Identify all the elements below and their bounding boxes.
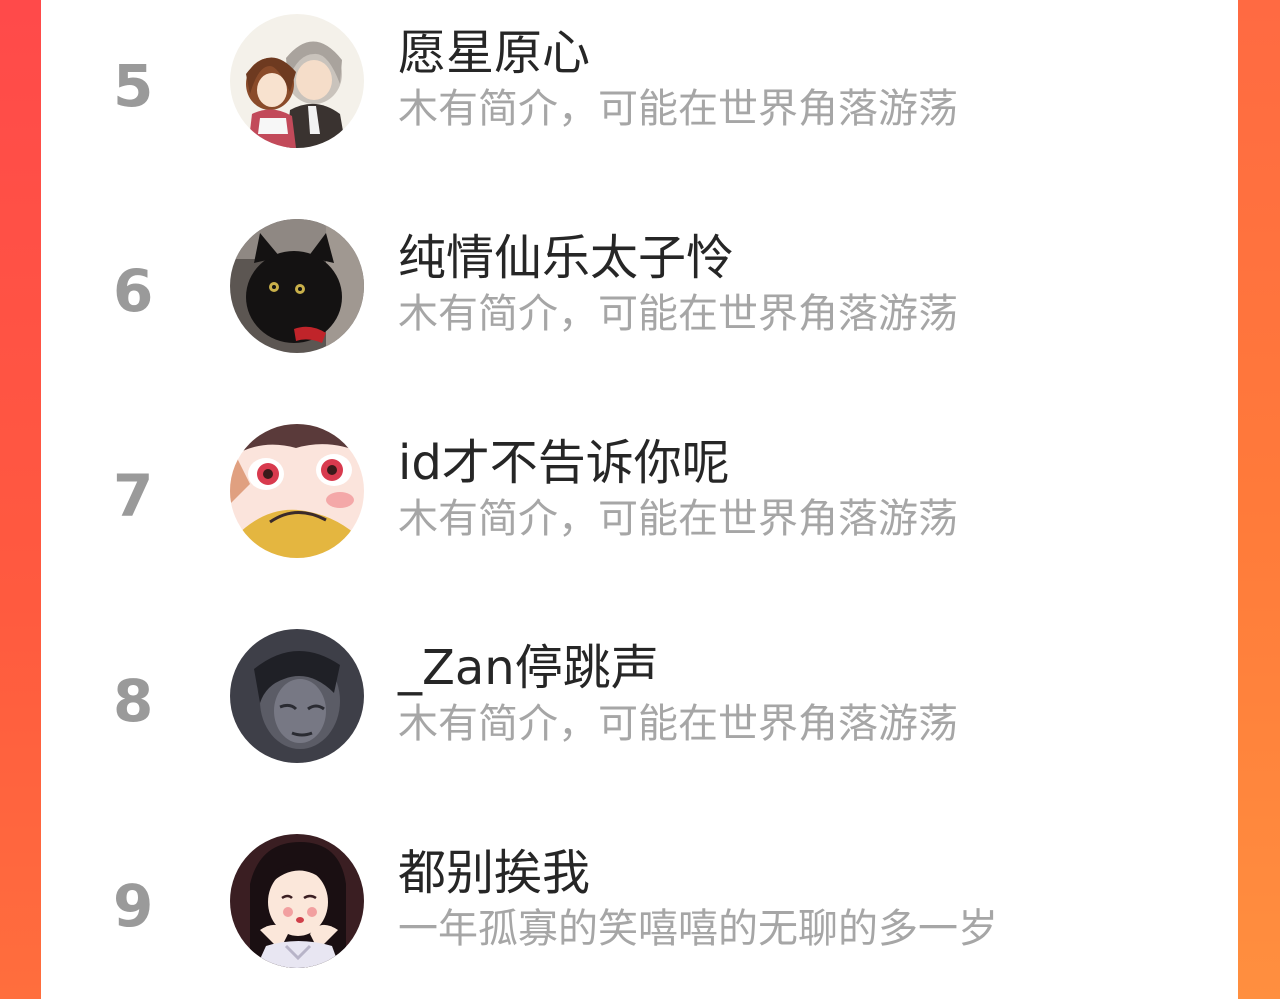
anime-couple-avatar[interactable]	[230, 14, 364, 148]
rank-number: 7	[113, 462, 154, 530]
ranking-list-panel: 5 愿星原心 木有简介，可能在世界角落游荡 6 纯情仙乐太子怜 木有简介，可能在…	[41, 0, 1238, 999]
user-name: 愿星原心	[398, 25, 591, 81]
rank-number: 9	[113, 872, 154, 940]
dark-portrait-avatar[interactable]	[230, 629, 364, 763]
ranking-row-7[interactable]: 7 id才不告诉你呢 木有简介，可能在世界角落游荡	[41, 417, 1238, 567]
user-bio: 木有简介，可能在世界角落游荡	[398, 86, 958, 132]
ranking-row-5[interactable]: 5 愿星原心 木有简介，可能在世界角落游荡	[41, 7, 1238, 157]
user-bio: 一年孤寡的笑嘻嘻的无聊的多一岁	[398, 906, 998, 952]
user-name: 都别挨我	[398, 845, 591, 901]
anime-face-avatar[interactable]	[230, 424, 364, 558]
rank-number: 8	[113, 667, 154, 735]
ranking-row-8[interactable]: 8 _Zan停跳声 木有简介，可能在世界角落游荡	[41, 622, 1238, 772]
ranking-row-6[interactable]: 6 纯情仙乐太子怜 木有简介，可能在世界角落游荡	[41, 212, 1238, 362]
user-bio: 木有简介，可能在世界角落游荡	[398, 701, 958, 747]
girl-illustration-avatar[interactable]	[230, 834, 364, 968]
user-bio: 木有简介，可能在世界角落游荡	[398, 496, 958, 542]
ranking-row-9[interactable]: 9 都别挨我 一年孤寡的笑嘻嘻的无聊的多一岁	[41, 827, 1238, 977]
user-bio: 木有简介，可能在世界角落游荡	[398, 291, 958, 337]
rank-number: 5	[113, 52, 154, 120]
user-name: _Zan停跳声	[398, 640, 659, 696]
user-name: 纯情仙乐太子怜	[398, 230, 735, 286]
rank-number: 6	[113, 257, 154, 325]
left-background-edge	[0, 0, 41, 999]
black-cat-avatar[interactable]	[230, 219, 364, 353]
user-name: id才不告诉你呢	[398, 435, 730, 491]
right-background-edge	[1238, 0, 1280, 999]
